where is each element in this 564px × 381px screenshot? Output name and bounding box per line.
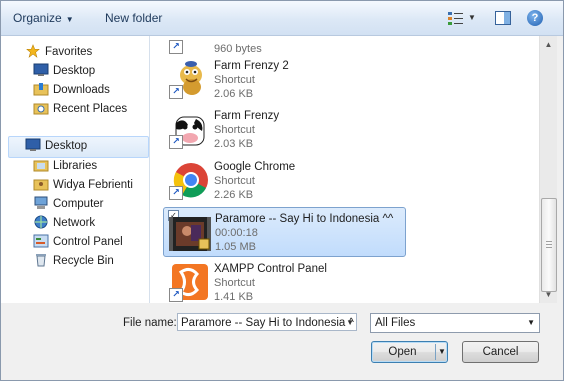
file-name: Farm Frenzy — [214, 110, 280, 122]
nav-item-computer[interactable]: Computer — [33, 195, 104, 213]
desktop-icon — [25, 138, 41, 151]
cancel-button[interactable]: Cancel — [462, 341, 539, 363]
libraries-icon — [33, 160, 49, 172]
chevron-down-icon[interactable]: ▼ — [346, 314, 354, 330]
nav-item-network[interactable]: Network — [33, 214, 95, 232]
nav-item-label: Downloads — [53, 84, 110, 96]
network-icon — [34, 215, 48, 229]
preview-pane-icon[interactable] — [494, 10, 512, 26]
nav-item-recycle-bin[interactable]: Recycle Bin — [33, 252, 114, 270]
star-icon — [26, 44, 40, 58]
list-item[interactable]: ↗ Farm Frenzy Shortcut 2.03 KB — [162, 105, 412, 153]
help-icon[interactable]: ? — [527, 10, 543, 26]
chevron-down-icon: ▼ — [65, 15, 74, 24]
shortcut-icon: ↗ — [166, 36, 210, 54]
nav-item-label: Computer — [53, 198, 104, 210]
grip-line — [546, 247, 552, 248]
nav-item-user[interactable]: Widya Febrienti — [33, 176, 133, 194]
grip-line — [546, 244, 552, 245]
nav-item-control-panel[interactable]: Control Panel — [33, 233, 123, 251]
file-type: Shortcut — [214, 74, 255, 86]
nav-item-label: Recycle Bin — [53, 255, 114, 267]
cancel-label: Cancel — [482, 346, 519, 358]
nav-item-recent-places[interactable]: Recent Places — [33, 100, 127, 118]
file-name-label: File name: — [123, 317, 177, 329]
nav-item-downloads[interactable]: Downloads — [33, 81, 110, 99]
view-options-chevron-icon[interactable]: ▼ — [468, 13, 476, 22]
downloads-folder-icon — [33, 82, 49, 96]
scrollbar-thumb[interactable] — [541, 198, 557, 292]
file-type: Shortcut — [214, 124, 255, 136]
recycle-bin-icon — [36, 253, 46, 267]
file-list: ↗ 960 bytes ↗ Farm Frenzy 2 Shortcut 2.0… — [150, 36, 539, 303]
shortcut-arrow-icon: ↗ — [169, 186, 183, 200]
file-name-value: Paramore -- Say Hi to Indonesia ^ — [181, 317, 354, 329]
nav-item-label: Libraries — [53, 160, 98, 172]
split-divider — [435, 344, 436, 360]
desktop-label: Desktop — [45, 140, 88, 152]
file-size: 1.05 MB — [215, 241, 256, 253]
computer-icon — [34, 196, 48, 209]
file-size: 1.41 KB — [214, 291, 254, 303]
file-size: 960 bytes — [214, 43, 262, 55]
navigation-pane: Favorites Desktop Downloads Recent Place… — [1, 36, 150, 303]
file-size: 2.03 KB — [214, 138, 254, 150]
nav-item-desktop[interactable]: Desktop — [33, 62, 95, 80]
shortcut-arrow-icon: ↗ — [169, 40, 183, 54]
file-size: 2.26 KB — [214, 189, 254, 201]
list-item[interactable]: ↗ Farm Frenzy 2 Shortcut 2.06 KB — [162, 55, 412, 103]
control-panel-icon — [33, 234, 49, 248]
file-name-input[interactable]: Paramore -- Say Hi to Indonesia ^ ▼ — [177, 313, 357, 331]
file-name: Google Chrome — [214, 161, 296, 173]
shortcut-arrow-icon: ↗ — [169, 288, 183, 302]
recent-places-icon — [33, 103, 49, 115]
organize-label: Organize — [13, 11, 62, 25]
new-folder-button[interactable]: New folder — [105, 11, 162, 25]
nav-item-label: Widya Febrienti — [53, 179, 133, 191]
list-item[interactable]: ↗ Google Chrome Shortcut 2.26 KB — [162, 156, 412, 204]
organize-button[interactable]: Organize ▼ — [13, 11, 74, 25]
file-name: Farm Frenzy 2 — [214, 60, 289, 72]
nav-desktop-root[interactable]: Desktop — [25, 137, 87, 155]
favorites-label: Favorites — [45, 46, 93, 58]
nav-favorites[interactable]: Favorites — [25, 43, 92, 61]
file-name: Paramore -- Say Hi to Indonesia ^^ — [215, 213, 394, 225]
open-file-dialog: Organize ▼ New folder ▼ ? Favorites Deskt… — [0, 0, 564, 381]
toolbar: Organize ▼ New folder ▼ ? — [1, 1, 563, 36]
scroll-down-icon[interactable]: ▼ — [540, 286, 557, 303]
shortcut-arrow-icon: ↗ — [169, 135, 183, 149]
nav-item-label: Control Panel — [53, 236, 123, 248]
nav-item-libraries[interactable]: Libraries — [33, 157, 97, 175]
file-size: 2.06 KB — [214, 88, 254, 100]
open-label: Open — [388, 346, 417, 358]
desktop-icon — [33, 63, 49, 76]
change-view-icon[interactable] — [447, 10, 465, 26]
file-type: Shortcut — [214, 175, 255, 187]
file-type-select[interactable]: All Files ▼ — [370, 313, 540, 333]
user-folder-icon — [33, 179, 49, 191]
vertical-scrollbar[interactable]: ▲ ▼ — [539, 36, 557, 303]
shortcut-arrow-icon: ↗ — [169, 85, 183, 99]
file-duration: 00:00:18 — [215, 227, 258, 239]
file-type-value: All Files — [375, 317, 416, 329]
nav-item-label: Recent Places — [53, 103, 128, 115]
open-button[interactable]: Open ▼ — [371, 341, 448, 363]
chevron-down-icon[interactable]: ▼ — [527, 314, 535, 332]
grip-line — [546, 241, 552, 242]
new-folder-label: New folder — [105, 11, 163, 25]
file-name: XAMPP Control Panel — [214, 263, 327, 275]
file-type: Shortcut — [214, 277, 255, 289]
open-options-chevron-icon[interactable]: ▼ — [438, 342, 446, 362]
list-item-selected[interactable]: ✓ Paramore -- Say Hi to Indonesia ^^ 00:… — [163, 207, 406, 257]
list-item[interactable]: ↗ XAMPP Control Panel Shortcut 1.41 KB — [162, 258, 412, 303]
nav-item-label: Network — [53, 217, 96, 229]
nav-item-label: Desktop — [53, 65, 96, 77]
video-thumbnail-icon — [169, 217, 211, 251]
scroll-up-icon[interactable]: ▲ — [540, 36, 557, 53]
